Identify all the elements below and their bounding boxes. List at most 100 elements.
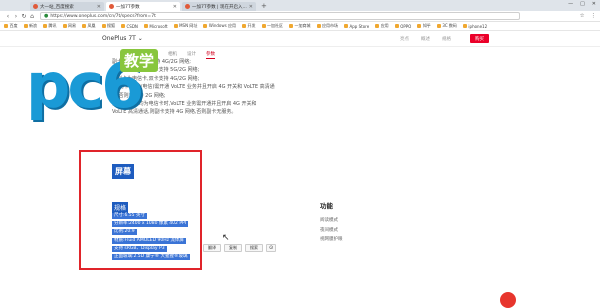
navigation-bar: ‹ › ↻ ⌂ ● https://www.oneplus.com/cn/7t/… <box>0 11 600 22</box>
feature-item: 夜间模式 <box>320 227 338 233</box>
bookmark-item[interactable]: 网易 <box>62 23 76 29</box>
maximize-icon[interactable]: □ <box>580 1 585 7</box>
bookmark-icon <box>394 24 399 28</box>
bookmark-item[interactable]: 腾讯 <box>43 23 57 29</box>
bookmark-item[interactable]: CSDN <box>121 24 138 29</box>
bookmark-icon <box>289 24 294 28</box>
note-line: 若副卡为联通卡,双卡支持 5G/2G 网络; <box>112 67 200 74</box>
bookmark-item[interactable]: 知乎 <box>417 23 431 29</box>
lock-icon: ● <box>44 13 49 19</box>
product-tabs: 亮点 概述 规格 <box>400 36 451 42</box>
tab-title: 大一站_百度搜索 <box>40 4 74 10</box>
bookmark-item[interactable]: OPPO <box>394 24 411 29</box>
spec-row: 材质:Fluid AMOLED 90Hz 流体屏 <box>112 237 186 244</box>
bookmark-icon <box>344 24 349 28</box>
bookmark-item[interactable]: 3C 数码 <box>436 23 457 29</box>
product-tab[interactable]: 规格 <box>442 36 451 42</box>
note-line: 副卡:移动卡,双卡支持 4G/2G 网络; <box>112 59 191 65</box>
more-icon[interactable]: ⊙ <box>266 244 277 252</box>
bookmark-item[interactable]: iphone12 <box>462 24 487 29</box>
bookmark-item[interactable]: Windows 应用 <box>203 23 236 29</box>
url-text: https://www.oneplus.com/cn/7t/specs?from… <box>50 13 156 19</box>
note-line: VoLTE 高清通话,则副卡支持 4G 网络,否则副卡无服务。 <box>112 109 237 116</box>
browser-tab[interactable]: 大一站_百度搜索 ✕ <box>30 2 104 11</box>
window-controls: — □ ✕ <box>568 1 596 7</box>
chevron-down-icon[interactable]: ⌄ <box>138 35 143 42</box>
tab-title: 一加7T参数 <box>116 4 140 10</box>
tab-favicon <box>185 4 190 9</box>
logo-badge: 教学 <box>120 49 159 72</box>
selection-toolbar: 翻译 复制 搜索 ⊙ <box>203 244 277 252</box>
new-tab-button[interactable]: + <box>261 2 267 11</box>
search-button[interactable]: 搜索 <box>245 244 263 252</box>
browser-tab-active[interactable]: 一加7T参数 ✕ <box>106 2 180 11</box>
bookmark-icon <box>417 24 422 28</box>
refresh-icon[interactable]: ↻ <box>20 13 28 20</box>
bookmark-icon <box>316 24 321 28</box>
bookmark-icon <box>82 24 86 28</box>
product-name[interactable]: OnePlus 7T ⌄ <box>102 35 143 42</box>
bookmark-item[interactable]: 应用市场 <box>316 23 338 29</box>
copy-button[interactable]: 复制 <box>224 244 242 252</box>
bookmark-icon <box>436 24 441 28</box>
bookmark-item[interactable]: 开发 <box>242 23 256 29</box>
feature-item: 视网膜护眼 <box>320 237 343 242</box>
bookmark-item[interactable]: 一加商城 <box>289 23 311 29</box>
spec-row: 尺寸:6.55 英寸 <box>112 213 147 219</box>
bookmark-icon <box>143 24 148 28</box>
bookmark-icon <box>101 24 106 28</box>
bookmark-item[interactable]: Microsoft <box>143 24 168 29</box>
bookmark-icon <box>375 24 380 28</box>
close-window-icon[interactable]: ✕ <box>592 1 596 7</box>
features-title: 功能 <box>320 202 333 210</box>
bookmark-item[interactable]: 一加社区 <box>261 23 283 29</box>
floating-action-button[interactable] <box>500 292 516 308</box>
close-icon[interactable]: ✕ <box>97 4 101 10</box>
screen-heading: 屏幕 <box>112 164 134 179</box>
product-tab[interactable]: 亮点 <box>400 36 409 42</box>
bookmark-item[interactable]: 搜狐 <box>101 23 115 29</box>
bookmark-item[interactable]: 凤凰 <box>82 23 96 29</box>
network-notes: 副卡:移动卡,双卡支持 4G/2G 网络; 若副卡为联通卡,双卡支持 5G/2G… <box>112 58 442 117</box>
feature-item: 阅读模式 <box>320 218 338 223</box>
address-bar[interactable]: ● https://www.oneplus.com/cn/7t/specs?fr… <box>40 12 520 20</box>
bookmark-item[interactable]: 百度 <box>4 23 18 29</box>
bookmark-icon <box>4 24 8 28</box>
bookmarks-bar: 百度 新浪 腾讯 网易 凤凰 搜狐 CSDN Microsoft MSN 网址 … <box>0 22 600 31</box>
close-icon[interactable]: ✕ <box>249 4 253 10</box>
spec-row: 分辨率:2400 x 1080 像素 402 PPI <box>112 221 189 228</box>
translate-button[interactable]: 翻译 <box>203 244 221 252</box>
bookmark-icon <box>23 24 28 28</box>
spec-row: 正面玻璃:2.5D 康宁® 大猩猩®玻璃 <box>112 253 190 260</box>
minimize-icon[interactable]: — <box>568 1 573 7</box>
tab-favicon <box>109 4 114 9</box>
browser-tab[interactable]: 一加7T参数 | 现在开启入... ✕ <box>182 2 256 11</box>
note-line: 注:若两张卡均为电信卡时,VoLTE 业务需开通并且开启 4G 开关和 <box>112 101 257 108</box>
bookmark-icon <box>173 24 178 28</box>
buy-button[interactable]: 购买 <box>470 34 489 43</box>
toolbar-right: ☆ ⋮ <box>580 13 596 19</box>
star-icon[interactable]: ☆ <box>580 13 585 19</box>
bookmark-item[interactable]: App Store <box>344 24 369 29</box>
tab-favicon <box>33 4 38 9</box>
bookmark-item[interactable]: 新浪 <box>23 23 37 29</box>
spec-row: 比例:20:9 <box>112 229 137 236</box>
note-line: 话,否则只支持 2G 网络; <box>112 92 166 99</box>
menu-icon[interactable]: ⋮ <box>591 13 597 19</box>
product-tab[interactable]: 概述 <box>421 36 430 42</box>
forward-icon[interactable]: › <box>12 13 20 20</box>
note-line: 若副卡为电信卡,双卡支持 4G/2G 网络; <box>112 75 200 82</box>
bookmark-icon <box>203 24 208 28</box>
bookmark-item[interactable]: 应用 <box>375 23 389 29</box>
home-icon[interactable]: ⌂ <box>28 13 36 20</box>
spec-row: 支持 sRGB、Display P3 <box>112 245 167 252</box>
bookmark-item[interactable]: MSN 网址 <box>173 23 197 29</box>
screen-specs: 尺寸:6.55 英寸 分辨率:2400 x 1080 像素 402 PPI 比例… <box>112 213 190 262</box>
pc6-logo: pc6 教学 <box>20 47 160 137</box>
close-icon[interactable]: ✕ <box>173 4 177 10</box>
bookmark-icon <box>462 24 467 28</box>
spec-heading: 规格 <box>112 202 129 213</box>
bookmark-icon <box>62 24 67 28</box>
back-icon[interactable]: ‹ <box>4 13 12 20</box>
tab-title: 一加7T参数 | 现在开启入... <box>192 4 247 10</box>
